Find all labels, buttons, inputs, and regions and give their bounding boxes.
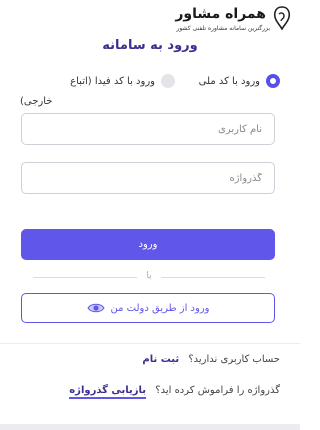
- radio-national-code-label: ورود با کد ملی: [198, 75, 260, 87]
- logo-mark-icon: [273, 6, 291, 30]
- section-divider: [0, 343, 300, 344]
- register-link[interactable]: ثبت نام: [142, 354, 179, 365]
- or-divider: یا: [33, 271, 265, 283]
- recover-row: گذرواژه را فراموش کرده اید؟ بازیابی گذرو…: [69, 385, 280, 399]
- gov-login-label: ورود از طریق دولت من: [110, 302, 210, 314]
- page-title: ورود به سامانه: [102, 38, 198, 53]
- no-account-text: حساب کاربری ندارید؟: [188, 354, 280, 365]
- radio-selected-icon: [266, 74, 280, 88]
- brand-name: همراه مشاور: [175, 6, 266, 22]
- radio-unselected-icon: [161, 74, 175, 88]
- brand-logo: همراه مشاور بزرگترین سامانه مشاوره تلفنی…: [172, 6, 292, 34]
- divider-line-right: [161, 277, 265, 278]
- gov-login-button[interactable]: ورود از طریق دولت من: [21, 293, 275, 323]
- divider-text: یا: [146, 271, 152, 281]
- bottom-band: [0, 424, 300, 430]
- register-row: حساب کاربری ندارید؟ ثبت نام: [142, 354, 280, 365]
- username-input[interactable]: [21, 113, 275, 145]
- eye-icon: [86, 303, 105, 313]
- radio-fida-code[interactable]: ورود با کد فیدا (اتباع: [70, 74, 175, 88]
- radio-national-code[interactable]: ورود با کد ملی: [199, 74, 280, 88]
- brand-tagline: بزرگترین سامانه مشاوره تلفنی کشور: [176, 25, 270, 32]
- login-button[interactable]: ورود: [21, 229, 275, 260]
- radio-fida-code-label-continued: خارجی): [20, 96, 53, 107]
- password-input[interactable]: [21, 162, 275, 194]
- radio-fida-code-label: ورود با کد فیدا (اتباع: [70, 75, 155, 87]
- forgot-password-text: گذرواژه را فراموش کرده اید؟: [155, 385, 280, 396]
- recover-password-link[interactable]: بازیابی گذرواژه: [69, 385, 147, 399]
